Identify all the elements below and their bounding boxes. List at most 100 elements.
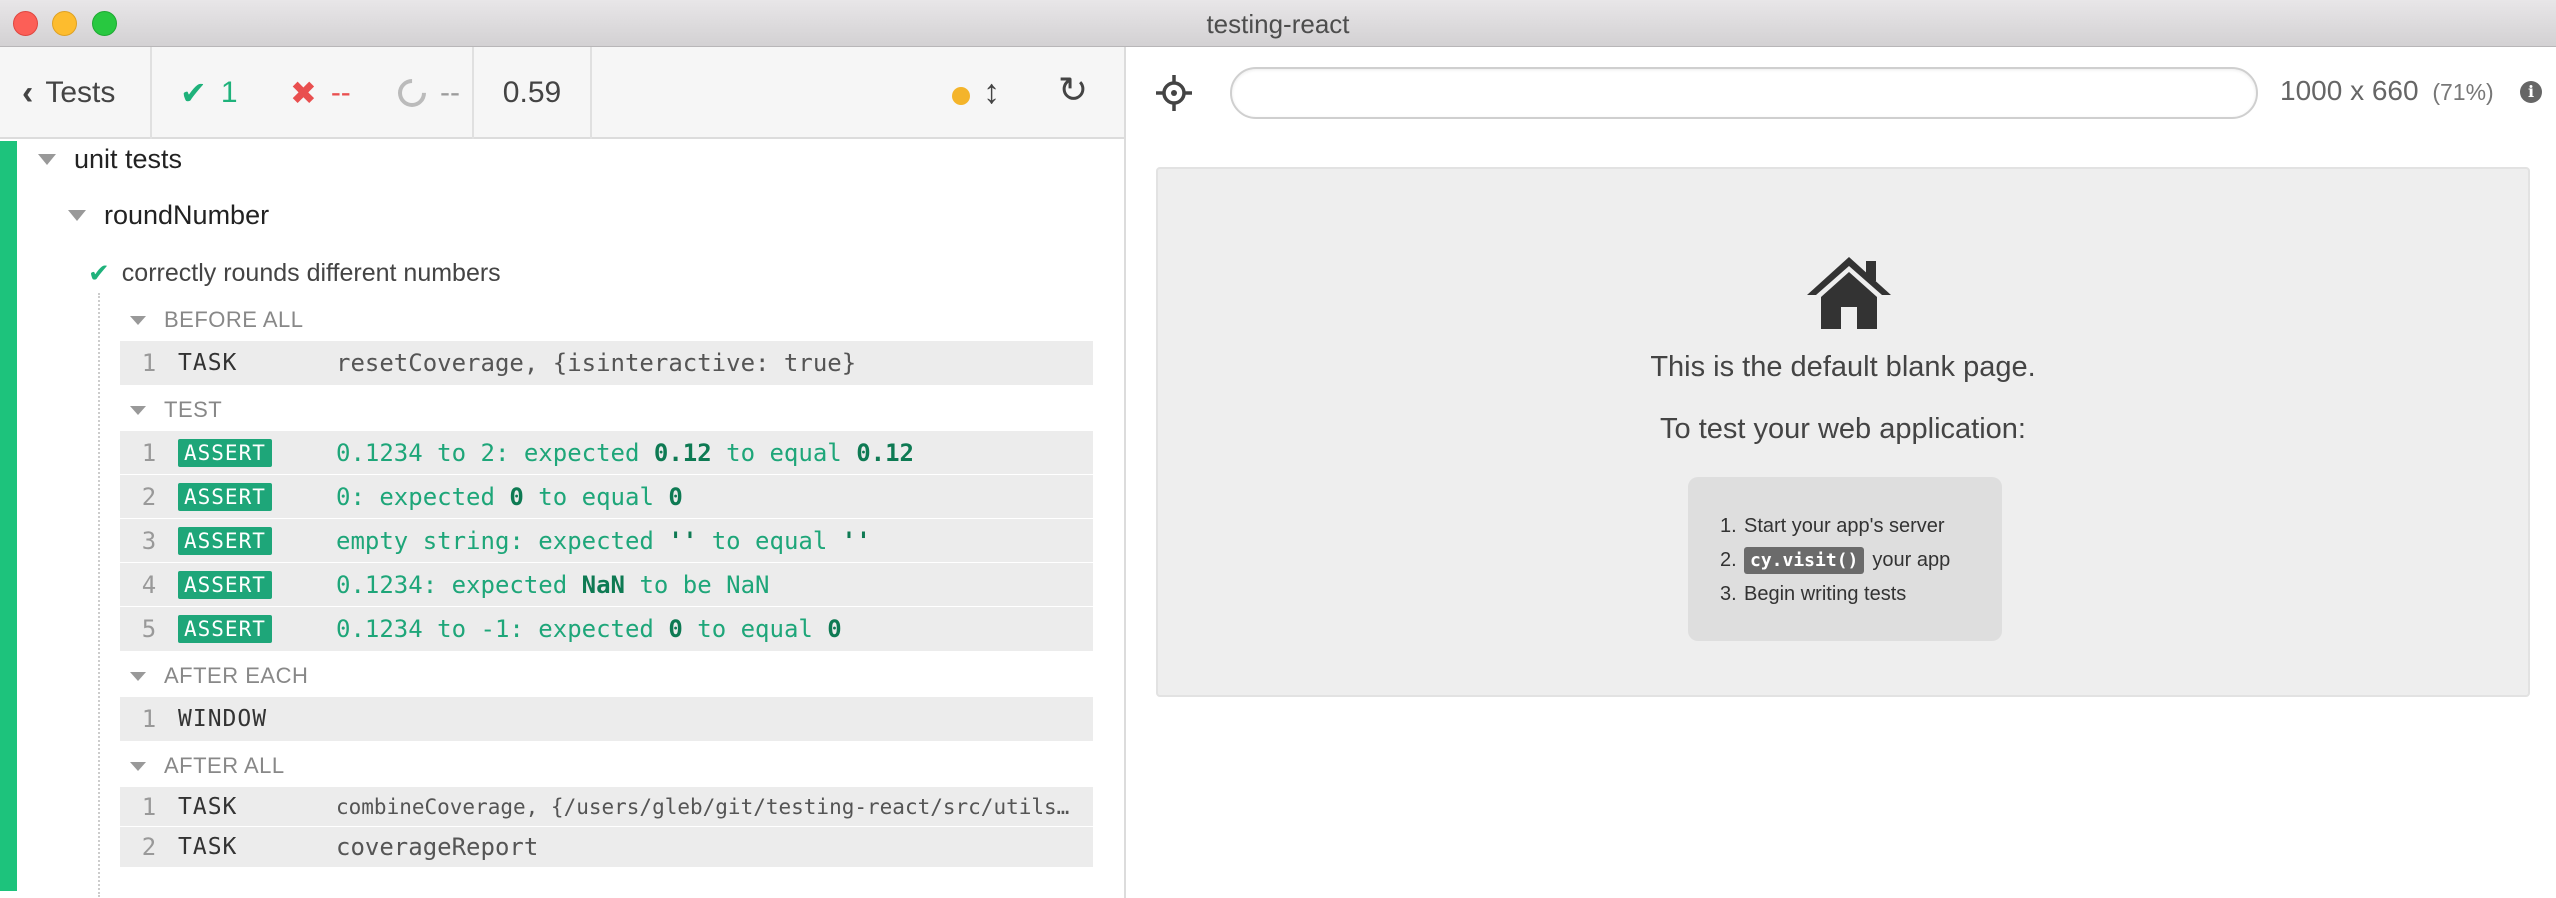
passed-value: 1 <box>220 76 238 109</box>
command-message: 0.1234: expected NaN to be NaN <box>336 571 1093 599</box>
command-row[interactable]: 4 ASSERT 0.1234: expected NaN to be NaN <box>120 563 1093 607</box>
actual-value: '' <box>841 526 871 555</box>
tests-back-button[interactable]: ‹ Tests <box>0 47 152 139</box>
step-number: 3. <box>1720 582 1737 605</box>
command-number: 4 <box>141 570 157 599</box>
aut-panel: 1000 x 660 (71%) i This is the default b… <box>1126 47 2556 898</box>
hook-label: AFTER EACH <box>164 663 309 688</box>
command-name-cell: ASSERT <box>178 482 336 511</box>
after-all-commands: 1 TASK combineCoverage, {/users/gleb/git… <box>120 787 1093 867</box>
message-prefix: 0.1234 to -1: expected <box>336 615 669 643</box>
command-name: TASK <box>178 793 238 820</box>
caret-down-icon <box>68 209 86 221</box>
assert-badge: ASSERT <box>178 615 272 643</box>
command-name-cell: ASSERT <box>178 615 336 643</box>
command-row[interactable]: 2 ASSERT 0: expected 0 to equal 0 <box>120 475 1093 519</box>
step-item: 3. Begin writing tests <box>1720 577 2002 611</box>
command-row[interactable]: 1 WINDOW <box>120 697 1093 741</box>
hook-guide-line <box>98 293 100 897</box>
assert-badge: ASSERT <box>178 482 272 511</box>
suite-unit-tests[interactable]: unit tests <box>38 139 182 179</box>
check-icon: ✔ <box>88 257 110 288</box>
sub-suite-title: roundNumber <box>104 199 270 230</box>
caret-down-icon <box>130 671 146 681</box>
command-name: TASK <box>178 350 238 376</box>
window-titlebar: testing-react <box>0 0 2556 47</box>
command-number: 5 <box>141 615 157 643</box>
caret-down-icon <box>38 153 56 165</box>
hook-label: AFTER ALL <box>164 753 285 778</box>
assert-badge: ASSERT <box>178 526 272 555</box>
chevron-left-icon: ‹ <box>22 73 34 112</box>
command-number: 2 <box>141 833 157 861</box>
hook-label: BEFORE ALL <box>164 307 304 332</box>
aut-header: 1000 x 660 (71%) i <box>1126 47 2556 139</box>
x-icon: ✖ <box>290 75 317 111</box>
hook-test[interactable]: TEST <box>130 397 222 423</box>
command-row[interactable]: 2 TASK coverageReport <box>120 827 1093 867</box>
command-message: 0: expected 0 to equal 0 <box>336 483 1093 511</box>
test-commands: 1 ASSERT 0.1234 to 2: expected 0.12 to e… <box>120 431 1093 651</box>
duration: 0.59 <box>472 47 592 139</box>
crosshair-icon[interactable] <box>1154 73 1194 113</box>
expected-value: 0 <box>509 482 524 511</box>
before-all-commands: 1 TASK resetCoverage, {isinteractive: tr… <box>120 341 1093 385</box>
reporter-panel: ‹ Tests ✔ 1 ✖ -- -- 0.59 ↕ ↻ unit tests <box>0 47 1126 898</box>
step-text: your app <box>1872 548 1951 571</box>
expected-value: NaN <box>581 570 625 599</box>
command-row[interactable]: 3 ASSERT empty string: expected '' to eq… <box>120 519 1093 563</box>
cy-visit-code: cy.visit() <box>1744 546 1865 574</box>
expected-value: 0 <box>668 615 683 643</box>
command-message: empty string: expected '' to equal '' <box>336 527 1093 555</box>
default-blank-page: This is the default blank page. To test … <box>1156 167 2530 697</box>
pending-count: -- <box>392 47 460 139</box>
test-correctly-rounds[interactable]: ✔ correctly rounds different numbers <box>88 255 501 291</box>
message-middle: to equal <box>697 526 842 555</box>
suite-title: unit tests <box>74 143 183 174</box>
duration-value: 0.59 <box>502 76 562 109</box>
command-name-cell: ASSERT <box>178 438 336 467</box>
step-item: 1. Start your app's server <box>1720 509 2002 543</box>
hook-after-all[interactable]: AFTER ALL <box>130 753 285 779</box>
command-row[interactable]: 5 ASSERT 0.1234 to -1: expected 0 to equ… <box>120 607 1093 651</box>
suite-round-number[interactable]: roundNumber <box>68 195 269 235</box>
viewport-scale: (71%) <box>2432 79 2494 105</box>
test-title: correctly rounds different numbers <box>121 258 501 287</box>
getting-started-steps: 1. Start your app's server 2. cy.visit()… <box>1688 477 2002 641</box>
check-icon: ✔ <box>180 75 207 111</box>
command-number: 2 <box>141 482 157 511</box>
info-icon[interactable]: i <box>2520 81 2542 103</box>
command-row[interactable]: 1 TASK resetCoverage, {isinteractive: tr… <box>120 341 1093 385</box>
caret-down-icon <box>130 761 146 771</box>
actual-value: 0 <box>668 482 683 511</box>
pending-value: -- <box>440 76 460 109</box>
home-icon <box>1807 257 1891 329</box>
command-row[interactable]: 1 TASK combineCoverage, {/users/gleb/git… <box>120 787 1093 827</box>
message-middle: to equal <box>711 438 857 467</box>
tests-label: Tests <box>45 76 116 109</box>
blank-page-instruction: To test your web application: <box>1660 413 2026 445</box>
command-number: 1 <box>141 349 157 377</box>
command-row[interactable]: 1 ASSERT 0.1234 to 2: expected 0.12 to e… <box>120 431 1093 475</box>
updown-arrow-icon[interactable]: ↕ <box>983 73 1000 112</box>
message-prefix: 0.1234: expected <box>336 570 582 599</box>
command-number: 1 <box>141 438 157 467</box>
message-prefix: empty string: expected <box>336 526 669 555</box>
message-prefix: 0: expected <box>336 482 510 511</box>
command-message: 0.1234 to -1: expected 0 to equal 0 <box>336 615 1093 643</box>
command-number: 3 <box>141 526 157 555</box>
reporter-header: ‹ Tests ✔ 1 ✖ -- -- 0.59 ↕ ↻ <box>0 47 1124 139</box>
command-message: coverageReport <box>336 833 539 861</box>
hook-after-each[interactable]: AFTER EACH <box>130 663 308 689</box>
command-name-cell: ASSERT <box>178 526 336 555</box>
command-message: combineCoverage, {/users/gleb/git/testin… <box>336 794 1093 819</box>
message-middle: to equal <box>682 615 828 643</box>
hook-before-all[interactable]: BEFORE ALL <box>130 307 304 333</box>
url-bar[interactable] <box>1230 67 2258 119</box>
actual-value: 0 <box>827 615 842 643</box>
pass-status-bar <box>0 141 17 891</box>
caret-down-icon <box>130 315 146 325</box>
actual-value: 0.12 <box>856 438 914 467</box>
reload-icon[interactable]: ↻ <box>1058 69 1088 111</box>
command-number: 1 <box>141 792 157 821</box>
